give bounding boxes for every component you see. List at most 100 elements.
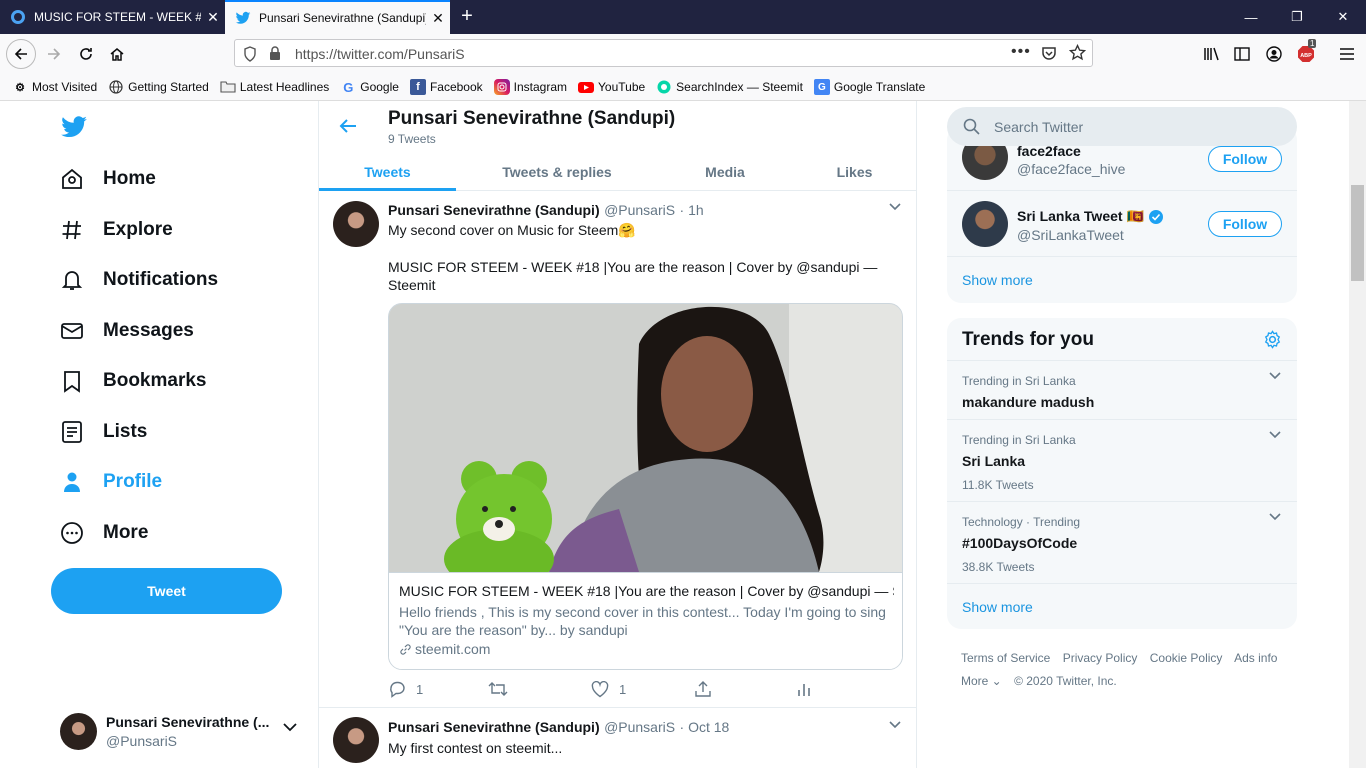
- tab-title: MUSIC FOR STEEM - WEEK #18 |You are the …: [34, 10, 201, 24]
- more-icon: [60, 521, 84, 545]
- retweet-icon: [488, 680, 508, 698]
- like-count: 1: [619, 681, 627, 697]
- reload-icon[interactable]: [72, 40, 100, 68]
- trend-item[interactable]: Technology · Trending #100DaysOfCode 38.…: [947, 503, 1297, 584]
- search-box[interactable]: Search Twitter: [947, 107, 1297, 146]
- back-icon[interactable]: [6, 39, 36, 69]
- account-handle: @PunsariS: [106, 733, 178, 749]
- follow-suggestion[interactable]: Sri Lanka Tweet 🇱🇰 @SriLankaTweet Follow: [947, 192, 1297, 257]
- url-bar[interactable]: https://twitter.com/PunsariS •••: [234, 39, 1093, 67]
- bookmarks-toolbar: ⚙ Most Visited Getting Started Latest Hea…: [0, 74, 1366, 101]
- browser-tab-steemit[interactable]: MUSIC FOR STEEM - WEEK #18 |You are the …: [0, 0, 225, 34]
- card-text: MUSIC FOR STEEM - WEEK #18 |You are the …: [389, 572, 902, 669]
- tab-tweets[interactable]: Tweets: [319, 153, 456, 191]
- account-switcher[interactable]: Punsari Senevirathne (... @PunsariS: [60, 711, 310, 751]
- tweet-author-name[interactable]: Punsari Senevirathne (Sandupi): [388, 202, 600, 218]
- chevron-down-icon[interactable]: [1269, 372, 1281, 380]
- trend-item[interactable]: Trending in Sri Lanka makandure madush: [947, 362, 1297, 420]
- shield-icon[interactable]: [243, 46, 257, 62]
- settings-gear-icon[interactable]: [1263, 330, 1282, 349]
- bookmark-instagram[interactable]: Instagram: [493, 79, 567, 95]
- analytics-icon[interactable]: [796, 681, 812, 697]
- close-tab-icon[interactable]: ✕: [201, 9, 225, 26]
- menu-icon[interactable]: [1333, 40, 1361, 68]
- tweet-menu-chevron-icon[interactable]: [889, 203, 901, 211]
- bookmark-facebook[interactable]: f Facebook: [409, 79, 483, 95]
- tab-tweets-and-replies[interactable]: Tweets & replies: [456, 153, 658, 191]
- minimize-icon[interactable]: —: [1228, 0, 1274, 34]
- page-scrollbar[interactable]: [1349, 101, 1366, 768]
- back-arrow-icon[interactable]: [339, 118, 357, 134]
- footer-link[interactable]: Terms of Service: [961, 651, 1050, 665]
- adblock-icon[interactable]: ABP 1: [1292, 39, 1320, 68]
- nav-notifications[interactable]: Notifications: [60, 260, 218, 300]
- nav-messages[interactable]: Messages: [60, 311, 194, 351]
- sidebar-icon[interactable]: [1228, 40, 1256, 68]
- bookmark-google[interactable]: G Google: [340, 79, 399, 95]
- chevron-down-icon[interactable]: [1269, 431, 1281, 439]
- profile-name: Punsari Senevirathne (Sandupi): [388, 108, 676, 129]
- home-browser-icon[interactable]: [103, 40, 131, 68]
- right-sidebar: face2face @face2face_hive Follow Sri Lan…: [947, 101, 1297, 768]
- lock-icon[interactable]: [269, 46, 281, 61]
- browser-tab-twitter[interactable]: Punsari Senevirathne (Sandupi) (@Punsari…: [225, 0, 450, 34]
- tweet-author-name[interactable]: Punsari Senevirathne (Sandupi): [388, 719, 600, 735]
- forward-icon[interactable]: [40, 40, 68, 68]
- link-card[interactable]: MUSIC FOR STEEM - WEEK #18 |You are the …: [388, 303, 903, 670]
- chevron-down-icon[interactable]: [1269, 513, 1281, 521]
- bookmark-getting-started[interactable]: Getting Started: [108, 79, 209, 95]
- nav-more[interactable]: More: [60, 513, 148, 553]
- bookmark-latest-headlines[interactable]: Latest Headlines: [220, 79, 329, 95]
- tweet-author-handle: @PunsariS: [604, 202, 676, 218]
- bookmark-youtube[interactable]: YouTube: [578, 79, 645, 95]
- tweet-time[interactable]: · 1h: [680, 202, 704, 218]
- tweet-time[interactable]: · Oct 18: [680, 719, 730, 735]
- restore-icon[interactable]: ❐: [1274, 0, 1320, 34]
- bookmark-star-icon[interactable]: [1069, 44, 1086, 61]
- library-icon[interactable]: [1198, 40, 1226, 68]
- show-more-link[interactable]: Show more: [962, 272, 1033, 288]
- tweet-text-link: MUSIC FOR STEEM - WEEK #18 |You are the …: [388, 259, 878, 293]
- tab-label: Media: [705, 164, 745, 180]
- trend-count: 11.8K Tweets: [962, 478, 1034, 492]
- tweet-button[interactable]: Tweet: [51, 568, 282, 614]
- close-window-icon[interactable]: ✕: [1320, 0, 1366, 34]
- share-icon[interactable]: [694, 680, 712, 698]
- bell-icon: [60, 268, 84, 292]
- footer-more-link[interactable]: More ⌄: [961, 674, 1002, 688]
- reply-button[interactable]: 1: [388, 680, 423, 698]
- footer-link[interactable]: Ads info: [1234, 651, 1277, 665]
- bookmark-label: Most Visited: [32, 80, 98, 94]
- footer-link[interactable]: Cookie Policy: [1150, 651, 1223, 665]
- google-icon: G: [343, 79, 354, 95]
- bookmark-google-translate[interactable]: G Google Translate: [813, 79, 925, 95]
- account-icon[interactable]: [1260, 40, 1288, 68]
- follow-button[interactable]: Follow: [1208, 146, 1282, 172]
- search-input[interactable]: Search Twitter: [994, 119, 1083, 135]
- footer-link[interactable]: Privacy Policy: [1063, 651, 1138, 665]
- tab-likes[interactable]: Likes: [792, 153, 917, 191]
- trend-item[interactable]: Trending in Sri Lanka Sri Lanka 11.8K Tw…: [947, 421, 1297, 502]
- close-tab-icon[interactable]: ✕: [426, 10, 450, 27]
- tweet[interactable]: Punsari Senevirathne (Sandupi) @PunsariS…: [319, 709, 917, 768]
- scrollbar-thumb[interactable]: [1351, 185, 1364, 281]
- nav-bookmarks[interactable]: Bookmarks: [60, 361, 207, 401]
- page-actions-icon[interactable]: •••: [1011, 43, 1031, 61]
- twitter-logo-icon[interactable]: [60, 113, 88, 141]
- tweet-menu-chevron-icon[interactable]: [889, 721, 901, 729]
- nav-lists[interactable]: Lists: [60, 412, 147, 452]
- like-button[interactable]: 1: [591, 680, 627, 698]
- pocket-icon[interactable]: [1041, 45, 1057, 61]
- tweet[interactable]: Punsari Senevirathne (Sandupi) @PunsariS…: [319, 191, 917, 708]
- new-tab-icon[interactable]: +: [455, 5, 479, 29]
- nav-profile[interactable]: Profile: [60, 462, 162, 502]
- tab-media[interactable]: Media: [658, 153, 792, 191]
- retweet-button[interactable]: [488, 680, 518, 698]
- bookmark-steemit[interactable]: SearchIndex — Steemit: [656, 79, 803, 95]
- follow-button[interactable]: Follow: [1208, 211, 1282, 237]
- nav-home[interactable]: Home: [60, 159, 156, 199]
- nav-explore[interactable]: Explore: [60, 210, 173, 250]
- link-icon: [399, 643, 412, 656]
- bookmark-most-visited[interactable]: ⚙ Most Visited: [12, 79, 97, 95]
- trends-show-more-link[interactable]: Show more: [962, 599, 1033, 615]
